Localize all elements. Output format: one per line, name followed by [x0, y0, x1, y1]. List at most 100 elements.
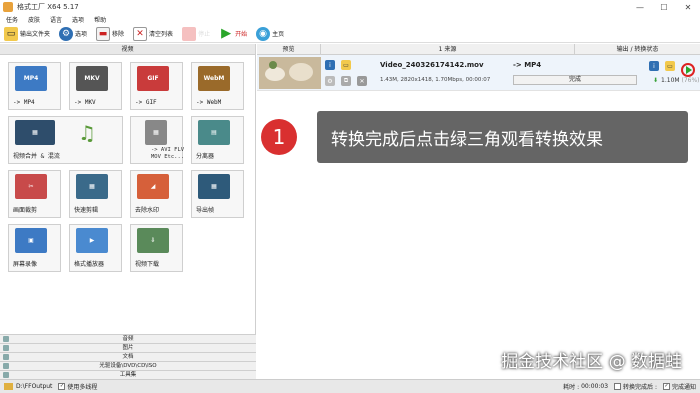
copy-icon[interactable]: ⧉: [341, 76, 351, 86]
remove-label: 移除: [112, 31, 125, 38]
minimize-button[interactable]: —: [628, 0, 652, 14]
column-preview[interactable]: 预览: [257, 44, 321, 54]
gif-badge: GIF: [147, 75, 159, 82]
window-title: 格式工厂 X64 5.17: [17, 3, 79, 11]
options-button[interactable]: ⚙ 选项: [59, 26, 88, 41]
eraser-icon: ◢: [137, 174, 169, 199]
tile-quick-clip[interactable]: ▦ 快速剪辑: [69, 170, 122, 218]
frames-icon: ▦: [198, 174, 230, 199]
tools-icon: [3, 372, 9, 378]
thumb-shape: [289, 63, 313, 81]
splitter-icon: ▤: [198, 120, 230, 145]
output-path[interactable]: D:\FFOutput: [16, 383, 52, 390]
stop-icon: [182, 26, 197, 41]
task-list-panel: 预览 1 来源 输出 / 转换状态 i ▭ ⚙ ⧉ ✕ Video_240326…: [257, 44, 700, 379]
menu-task[interactable]: 任务: [6, 15, 18, 24]
table-row[interactable]: i ▭ ⚙ ⧉ ✕ Video_240326174142.mov 1.43M, …: [257, 55, 700, 91]
tile-crop[interactable]: ✂ 画面裁剪: [8, 170, 61, 218]
tile-to-mkv[interactable]: MKV -> MKV: [69, 62, 122, 110]
notify-label: 完成通知: [671, 384, 696, 391]
tile-to-webm[interactable]: WebM -> WebM: [191, 62, 244, 110]
app-logo-icon: [3, 2, 13, 12]
remove-button[interactable]: ▬ 移除: [96, 26, 125, 41]
output-info-icon[interactable]: i: [649, 61, 659, 71]
delete-icon[interactable]: ✕: [357, 76, 367, 86]
tile-splitter[interactable]: ▤ 分离器: [191, 116, 244, 164]
tile-label: 导出帧: [196, 207, 215, 214]
after-convert-checkbox[interactable]: [614, 383, 622, 390]
output-folder-button[interactable]: ▭ 输出文件夹: [4, 26, 51, 41]
output-format: -> MP4: [513, 61, 542, 69]
close-button[interactable]: ✕: [676, 0, 700, 14]
webm-badge: WebM: [203, 75, 225, 82]
clip-film-icon: ▦: [76, 174, 108, 199]
start-play-icon: ▶: [221, 26, 232, 41]
menu-help[interactable]: 帮助: [94, 15, 106, 24]
options-label: 选项: [75, 31, 88, 38]
gif-icon: GIF: [137, 66, 169, 91]
tile-to-mp4[interactable]: MP4 -> MP4: [8, 62, 61, 110]
category-image[interactable]: 图片: [0, 343, 256, 352]
start-button[interactable]: ▶ 开始: [219, 26, 247, 41]
table-header: 预览 1 来源 输出 / 转换状态: [257, 44, 700, 55]
home-label: 主页: [272, 31, 285, 38]
menu-language[interactable]: 语言: [50, 15, 62, 24]
output-folder-label: 输出文件夹: [20, 31, 51, 38]
tile-label: 视频合并 & 混流: [13, 153, 60, 160]
function-panel: 视频 MP4 -> MP4 MKV -> MKV GIF -> GIF WebM…: [0, 44, 256, 379]
category-audio[interactable]: 音频: [0, 334, 256, 343]
tile-to-gif[interactable]: GIF -> GIF: [130, 62, 183, 110]
tile-format-player[interactable]: ▶ 格式播放器: [69, 224, 122, 272]
home-button[interactable]: ◉ 主页: [256, 26, 285, 41]
maximize-button[interactable]: ☐: [652, 0, 676, 14]
output-size-value: 1.10M: [661, 77, 680, 84]
avi-line-1: -> AVI FLV: [151, 147, 185, 153]
audio-icon: [3, 336, 9, 342]
multithread-checkbox[interactable]: ✓: [58, 383, 66, 390]
after-convert-label: 转换完成后 :: [623, 384, 657, 391]
tile-label: 格式播放器: [74, 261, 105, 268]
avi-line-2: MOV Etc...: [151, 154, 185, 160]
options-icon: ⚙: [59, 26, 74, 41]
menu-skin[interactable]: 皮肤: [28, 15, 40, 24]
video-thumbnail: [259, 57, 321, 89]
tile-screen-record[interactable]: ▣ 屏幕录像: [8, 224, 61, 272]
scissors-icon: ✂: [15, 174, 47, 199]
clear-list-icon: ✕: [133, 26, 148, 41]
stop-button[interactable]: 停止: [182, 26, 210, 41]
category-optical[interactable]: 光驱设备\DVD\CD\ISO: [0, 361, 256, 370]
source-file-info: 1.43M, 2820x1418, 1.70Mbps, 00:00:07: [380, 77, 491, 83]
tile-avi-flv-mov[interactable]: ▦ -> AVI FLV MOV Etc...: [130, 116, 184, 164]
tile-export-frames[interactable]: ▦ 导出帧: [191, 170, 244, 218]
column-output-status[interactable]: 输出 / 转换状态: [575, 44, 700, 54]
category-list: 音频 图片 文档 光驱设备\DVD\CD\ISO 工具集: [0, 334, 256, 379]
menu-options[interactable]: 选项: [72, 15, 84, 24]
thumb-shape: [269, 61, 277, 69]
clear-list-button[interactable]: ✕ 清空列表: [133, 26, 173, 41]
notify-checkbox[interactable]: ✓: [662, 383, 670, 390]
play-output-button[interactable]: [681, 63, 695, 77]
column-source[interactable]: 1 来源: [321, 44, 575, 54]
info-icon[interactable]: i: [325, 60, 335, 70]
tile-video-download[interactable]: ⇩ 视频下载: [130, 224, 183, 272]
tile-video-merge[interactable]: ▦ ♫ 视频合并 & 混流: [8, 116, 123, 164]
category-tools[interactable]: 工具集: [0, 370, 256, 379]
title-bar: 格式工厂 X64 5.17 — ☐ ✕: [0, 0, 700, 14]
music-note-icon: ♫: [78, 120, 96, 145]
tile-label: 屏幕录像: [13, 261, 38, 268]
tile-label: 画面裁剪: [13, 207, 38, 214]
tile-remove-watermark[interactable]: ◢ 去除水印: [130, 170, 183, 218]
output-folder-icon[interactable]: ▭: [665, 61, 675, 71]
tile-label: -> AVI FLV MOV Etc...: [151, 147, 184, 161]
down-arrow-icon: ⬇: [653, 77, 659, 84]
home-globe-icon: ◉: [256, 26, 271, 41]
folder-icon[interactable]: ▭: [341, 60, 351, 70]
category-video-header[interactable]: 视频: [0, 44, 255, 55]
disc-icon: [3, 363, 9, 369]
category-document[interactable]: 文档: [0, 352, 256, 361]
output-folder-icon[interactable]: [4, 383, 13, 390]
annotation-step-number: 1: [261, 119, 297, 155]
film-merge-icon: ▦: [15, 120, 55, 145]
settings-icon[interactable]: ⚙: [325, 76, 335, 86]
tile-label: -> MP4: [13, 99, 35, 106]
